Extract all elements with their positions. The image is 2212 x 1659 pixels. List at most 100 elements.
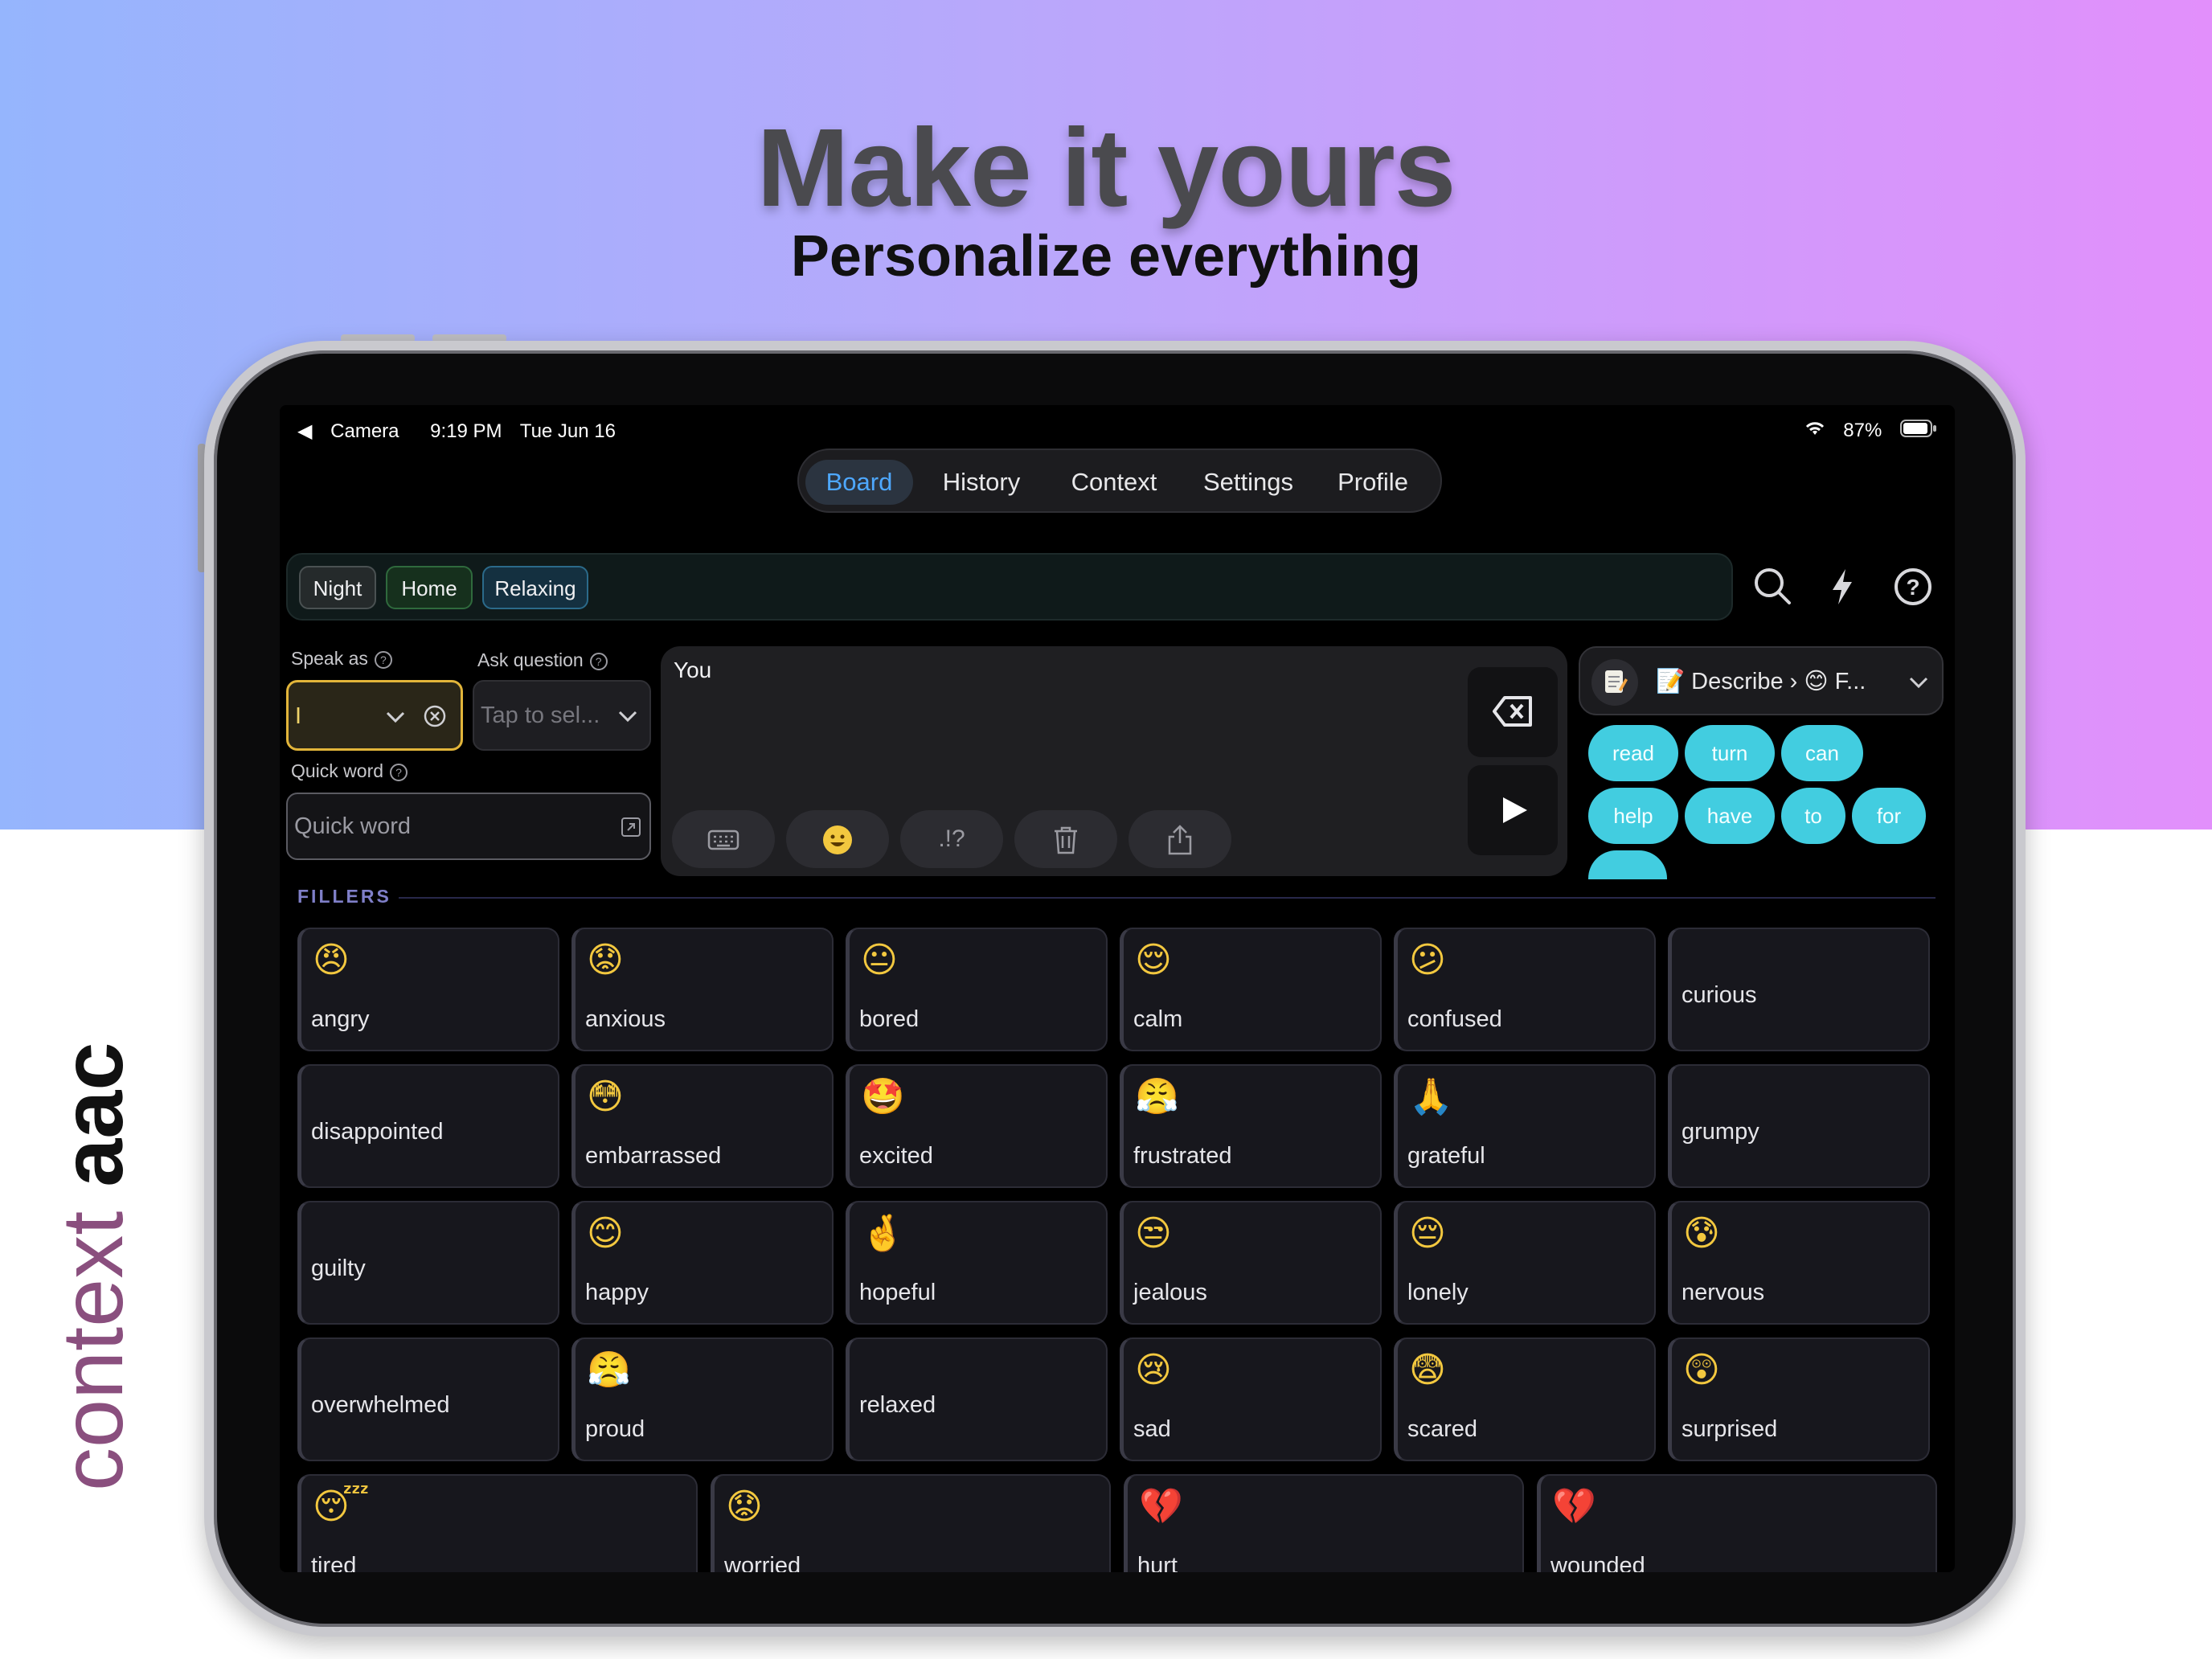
tile-label: nervous xyxy=(1682,1280,1765,1305)
keyboard-button[interactable] xyxy=(672,810,775,868)
tab-history[interactable]: History xyxy=(920,460,1043,505)
help-icon[interactable]: ? xyxy=(1889,563,1937,611)
status-bar: ◀ Camera 9:19 PM Tue Jun 16 87% xyxy=(297,415,1937,447)
ask-question-select[interactable]: Tap to sel... xyxy=(473,680,651,751)
word-tile-frustrated[interactable]: 😤 frustrated xyxy=(1120,1064,1382,1188)
tile-label: disappointed xyxy=(311,1119,444,1145)
word-tile-grumpy[interactable]: grumpy xyxy=(1668,1064,1930,1188)
tile-emoji-icon: 😟 xyxy=(587,940,624,981)
context-chip-night[interactable]: Night xyxy=(299,566,376,609)
clear-text-button[interactable] xyxy=(1014,810,1117,868)
word-tile-happy[interactable]: 😊 happy xyxy=(571,1201,834,1325)
tile-emoji-icon: 🙏 xyxy=(1409,1076,1453,1117)
expand-icon[interactable] xyxy=(621,817,641,842)
tile-label: hurt xyxy=(1137,1553,1178,1572)
backspace-icon xyxy=(1492,694,1534,732)
back-to-app-link[interactable]: ◀ Camera xyxy=(297,420,412,442)
tile-emoji-icon: 😳 xyxy=(587,1076,624,1117)
ask-question-help-icon[interactable]: ? xyxy=(589,652,608,670)
suggestion-pill[interactable]: turn xyxy=(1685,725,1775,781)
word-tile-bored[interactable]: 😐 bored xyxy=(846,928,1108,1051)
tab-profile[interactable]: Profile xyxy=(1317,460,1429,505)
tile-emoji-icon: 😴 xyxy=(313,1486,370,1527)
backspace-button[interactable] xyxy=(1468,667,1558,757)
context-chip-relaxing[interactable]: Relaxing xyxy=(482,566,588,609)
tile-label: jealous xyxy=(1133,1280,1207,1305)
compose-text: You xyxy=(674,657,712,682)
word-tile-angry[interactable]: 😠 angry xyxy=(297,928,559,1051)
word-tile-disappointed[interactable]: disappointed xyxy=(297,1064,559,1188)
word-tile-excited[interactable]: 🤩 excited xyxy=(846,1064,1108,1188)
word-tile-hopeful[interactable]: 🤞 hopeful xyxy=(846,1201,1108,1325)
word-tile-worried[interactable]: 😟 worried xyxy=(711,1474,1111,1572)
word-tile-guilty[interactable]: guilty xyxy=(297,1201,559,1325)
tab-settings[interactable]: Settings xyxy=(1185,460,1312,505)
word-tile-proud[interactable]: 😤 proud xyxy=(571,1337,834,1461)
tile-label: grumpy xyxy=(1682,1119,1759,1145)
battery-icon xyxy=(1900,420,1937,443)
lightning-icon[interactable] xyxy=(1818,563,1866,611)
suggestion-pill[interactable]: read xyxy=(1588,725,1678,781)
clear-icon[interactable] xyxy=(422,703,448,733)
context-chip-home[interactable]: Home xyxy=(386,566,473,609)
word-tile-overwhelmed[interactable]: overwhelmed xyxy=(297,1337,559,1461)
word-tile-tired[interactable]: 😴 tired xyxy=(297,1474,698,1572)
tile-label: frustrated xyxy=(1133,1143,1232,1169)
word-tile-calm[interactable]: 😌 calm xyxy=(1120,928,1382,1051)
word-tile-embarrassed[interactable]: 😳 embarrassed xyxy=(571,1064,834,1188)
tile-label: tired xyxy=(311,1553,357,1572)
describe-value: 📝 Describe › 😊 F... xyxy=(1656,669,1866,694)
quick-word-help-icon[interactable]: ? xyxy=(390,763,408,781)
suggestion-pill[interactable]: can xyxy=(1781,725,1863,781)
speak-as-select[interactable]: I xyxy=(286,680,463,751)
tile-emoji-icon: 😌 xyxy=(1135,940,1172,981)
word-tile-lonely[interactable]: 😔 lonely xyxy=(1394,1201,1656,1325)
notepad-icon xyxy=(1591,659,1638,706)
tile-emoji-icon: 😕 xyxy=(1409,940,1446,981)
word-tile-relaxed[interactable]: relaxed xyxy=(846,1337,1108,1461)
share-button[interactable] xyxy=(1129,810,1231,868)
speak-as-label: Speak as? xyxy=(291,648,392,670)
ask-question-label: Ask question? xyxy=(477,649,608,671)
word-tile-surprised[interactable]: 😲 surprised xyxy=(1668,1337,1930,1461)
word-tile-confused[interactable]: 😕 confused xyxy=(1394,928,1656,1051)
message-compose-area[interactable]: You .!? xyxy=(661,646,1567,876)
word-tile-jealous[interactable]: 😒 jealous xyxy=(1120,1201,1382,1325)
tile-emoji-icon: 🤩 xyxy=(861,1076,905,1117)
tile-emoji-icon: 😨 xyxy=(1409,1350,1446,1391)
brand-logo: context aac xyxy=(43,993,141,1491)
word-tile-sad[interactable]: 😢 sad xyxy=(1120,1337,1382,1461)
suggestion-pill[interactable]: help xyxy=(1588,788,1678,844)
word-tile-nervous[interactable]: 😰 nervous xyxy=(1668,1201,1930,1325)
search-icon[interactable] xyxy=(1749,563,1797,611)
suggestion-pill-partial[interactable] xyxy=(1588,850,1667,879)
word-tile-anxious[interactable]: 😟 anxious xyxy=(571,928,834,1051)
suggestion-pill[interactable]: for xyxy=(1852,788,1926,844)
status-date: Tue Jun 16 xyxy=(519,420,616,442)
word-tile-hurt[interactable]: 💔 hurt xyxy=(1124,1474,1524,1572)
main-tab-bar: Board History Context Settings Profile xyxy=(797,449,1442,513)
speak-as-help-icon[interactable]: ? xyxy=(374,650,392,669)
tile-label: curious xyxy=(1682,982,1757,1008)
emoji-button[interactable] xyxy=(786,810,889,868)
subheadline: Personalize everything xyxy=(790,224,1422,289)
tile-label: scared xyxy=(1407,1416,1478,1442)
word-tile-wounded[interactable]: 💔 wounded xyxy=(1537,1474,1937,1572)
tile-label: proud xyxy=(585,1416,645,1442)
tab-context[interactable]: Context xyxy=(1050,460,1178,505)
punctuation-button[interactable]: .!? xyxy=(900,810,1003,868)
quick-word-label: Quick word? xyxy=(291,760,408,782)
suggestion-pill[interactable]: have xyxy=(1685,788,1775,844)
describe-dropdown[interactable]: 📝 Describe › 😊 F... xyxy=(1579,646,1944,715)
tab-board[interactable]: Board xyxy=(805,460,913,505)
speak-play-button[interactable] xyxy=(1468,765,1558,855)
ask-question-placeholder: Tap to sel... xyxy=(481,703,600,728)
brand-part-2: aac xyxy=(43,1042,141,1187)
word-tile-curious[interactable]: curious xyxy=(1668,928,1930,1051)
suggestion-pill[interactable]: to xyxy=(1781,788,1845,844)
word-tile-grateful[interactable]: 🙏 grateful xyxy=(1394,1064,1656,1188)
tile-label: bored xyxy=(859,1006,920,1032)
word-tile-scared[interactable]: 😨 scared xyxy=(1394,1337,1656,1461)
svg-text:?: ? xyxy=(1906,575,1919,600)
quick-word-input[interactable]: Quick word xyxy=(286,793,651,860)
